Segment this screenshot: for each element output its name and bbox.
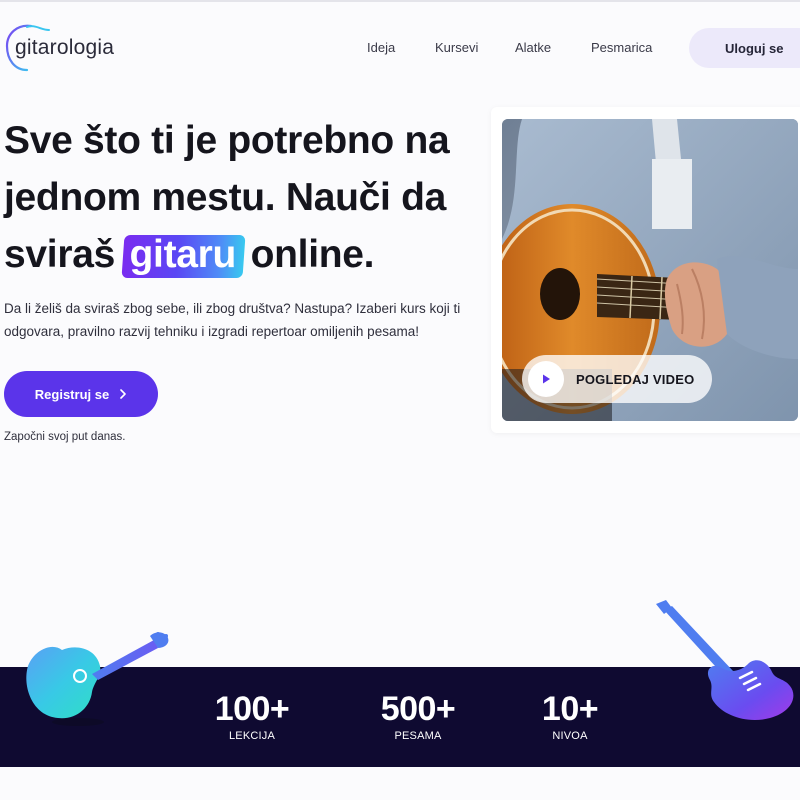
stat-label: LEKCIJA <box>228 730 276 742</box>
logo-text: gitarologia <box>15 36 115 59</box>
stat-label: NIVOA <box>552 730 588 742</box>
nav-item-pesmarica[interactable]: Pesmarica <box>591 40 652 55</box>
stat-label: PESAMA <box>394 730 442 742</box>
hero-title-line3-before: sviraš <box>4 233 115 276</box>
register-button-label: Registruj se <box>34 386 110 402</box>
nav-item-ideja[interactable]: Ideja <box>367 40 395 55</box>
hero-title-highlight: gitaru <box>121 226 245 283</box>
nav-item-alatke[interactable]: Alatke <box>515 40 551 55</box>
play-icon <box>543 374 550 384</box>
top-border <box>0 0 800 2</box>
stat-value: 10+ <box>541 690 599 728</box>
nav-item-kursevi[interactable]: Kursevi <box>435 40 478 55</box>
hero-title-highlight-text: gitaru <box>129 233 237 276</box>
hero-title-line2: jednom mestu. Nauči da <box>4 176 446 219</box>
watch-video-button[interactable]: POGLEDAJ VIDEO <box>522 355 712 403</box>
play-button <box>528 361 564 397</box>
stat-lekcija: 100+ LEKCIJA <box>206 690 298 742</box>
electric-guitar-icon <box>656 600 794 721</box>
acoustic-guitar-icon <box>26 632 169 726</box>
logo[interactable]: gitarologia <box>5 22 114 74</box>
chevron-right-icon <box>120 389 127 399</box>
login-button-label: Uloguj se <box>725 40 784 56</box>
hero-title: Sve što ti je potrebno na jednom mestu. … <box>4 112 484 283</box>
register-button[interactable]: Registruj se <box>4 371 158 417</box>
login-button[interactable]: Uloguj se <box>689 28 800 68</box>
stat-pesama: 500+ PESAMA <box>370 690 466 742</box>
cta-note: Započni svoj put danas. <box>4 431 126 443</box>
stat-value: 100+ <box>214 690 290 728</box>
hero-title-line1: Sve što ti je potrebno na <box>4 119 450 162</box>
stat-value: 500+ <box>380 690 456 728</box>
hero-title-line3-after: online. <box>250 233 375 276</box>
watch-video-label: POGLEDAJ VIDEO <box>576 371 695 387</box>
stat-nivoa: 10+ NIVOA <box>532 690 608 742</box>
hero-subtitle: Da li želiš da sviraš zbog sebe, ili zbo… <box>4 301 461 339</box>
